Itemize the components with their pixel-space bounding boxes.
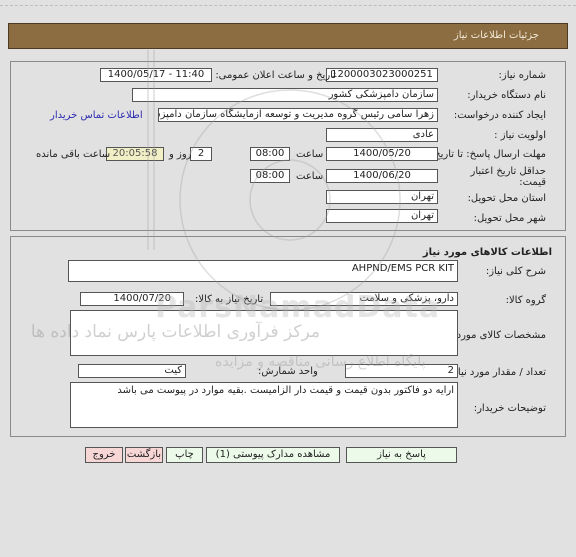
buyer-notes-label: توضیحات خریدار:	[473, 403, 546, 414]
announce-datetime-field: 1400/05/17 - 11:40	[100, 68, 212, 82]
response-deadline-date: 1400/05/20	[326, 147, 438, 161]
need-date-label: تاریخ نیاز به کالا:	[195, 294, 264, 305]
remaining-time-label: ساعت باقی مانده	[36, 149, 111, 160]
goods-group-field: دارو، پزشکی و سلامت	[270, 292, 458, 306]
need-date-field: 1400/07/20	[80, 292, 184, 306]
requester-field: زهرا سامی رئیس گروه مدیریت و توسعه آزمای…	[158, 108, 438, 122]
delivery-city-field: تهران	[326, 209, 438, 223]
response-deadline-time: 08:00	[250, 147, 290, 161]
print-button[interactable]: چاپ	[166, 447, 203, 463]
back-button[interactable]: بازگشت	[125, 447, 163, 463]
requester-label: ایجاد کننده درخواست:	[453, 110, 546, 121]
general-description-label: شرح کلی نیاز:	[485, 266, 546, 277]
need-info-panel	[10, 61, 566, 231]
exit-button[interactable]: خروج	[85, 447, 123, 463]
need-number-field: 1200003023000251	[326, 68, 438, 82]
unit-label: واحد شمارش:	[258, 366, 318, 377]
response-deadline-time-label: ساعت	[296, 149, 324, 160]
top-divider	[0, 5, 576, 6]
quantity-field: 2	[345, 364, 458, 378]
goods-section-title: اطلاعات کالاهای مورد نیاز	[422, 247, 552, 258]
goods-group-label: گروه کالا:	[505, 295, 546, 306]
respond-button[interactable]: پاسخ به نیاز	[346, 447, 457, 463]
price-validity-time: 08:00	[250, 169, 290, 183]
buyer-org-label: نام دستگاه خریدار:	[467, 90, 546, 101]
unit-field: کیت	[78, 364, 186, 378]
specs-field	[70, 310, 458, 356]
buyer-notes-field: ارایه دو فاکتور بدون قیمت و قیمت دار الز…	[70, 382, 458, 428]
general-description-value: AHPND/EMS PCR KIT	[351, 263, 454, 274]
remaining-time: 20:05:58	[106, 147, 164, 161]
announce-datetime-label: تاریخ و ساعت اعلان عمومی:	[215, 70, 336, 81]
need-number-label: شماره نیاز:	[498, 70, 547, 81]
days-remaining: 2	[190, 147, 212, 161]
price-validity-label: حداقل تاریخ اعتبار قیمت:	[470, 166, 546, 188]
price-validity-date: 1400/06/20	[326, 169, 438, 183]
page-title: جزئیات اطلاعات نیاز	[453, 30, 539, 41]
buyer-contact-link[interactable]: اطلاعات تماس خریدار	[50, 110, 143, 121]
priority-label: اولویت نیاز :	[494, 130, 546, 141]
buyer-org-field: سازمان دامپزشکی کشور	[132, 88, 438, 102]
delivery-province-label: استان محل تحویل:	[467, 193, 546, 204]
delivery-province-field: تهران	[326, 190, 438, 204]
view-attachments-button[interactable]: مشاهده مدارک پیوستی (1)	[206, 447, 340, 463]
response-deadline-label: مهلت ارسال پاسخ: تا تاریخ :	[427, 149, 546, 160]
delivery-city-label: شهر محل تحویل:	[473, 213, 546, 224]
priority-field: عادی	[326, 128, 438, 142]
page-header: جزئیات اطلاعات نیاز	[8, 23, 568, 49]
buyer-notes-value: ارایه دو فاکتور بدون قیمت و قیمت دار الز…	[117, 385, 454, 396]
quantity-label: تعداد / مقدار مورد نیاز:	[449, 367, 546, 378]
days-label: روز و	[169, 149, 192, 160]
price-validity-time-label: ساعت	[296, 171, 324, 182]
general-description-field: AHPND/EMS PCR KIT	[68, 260, 458, 282]
